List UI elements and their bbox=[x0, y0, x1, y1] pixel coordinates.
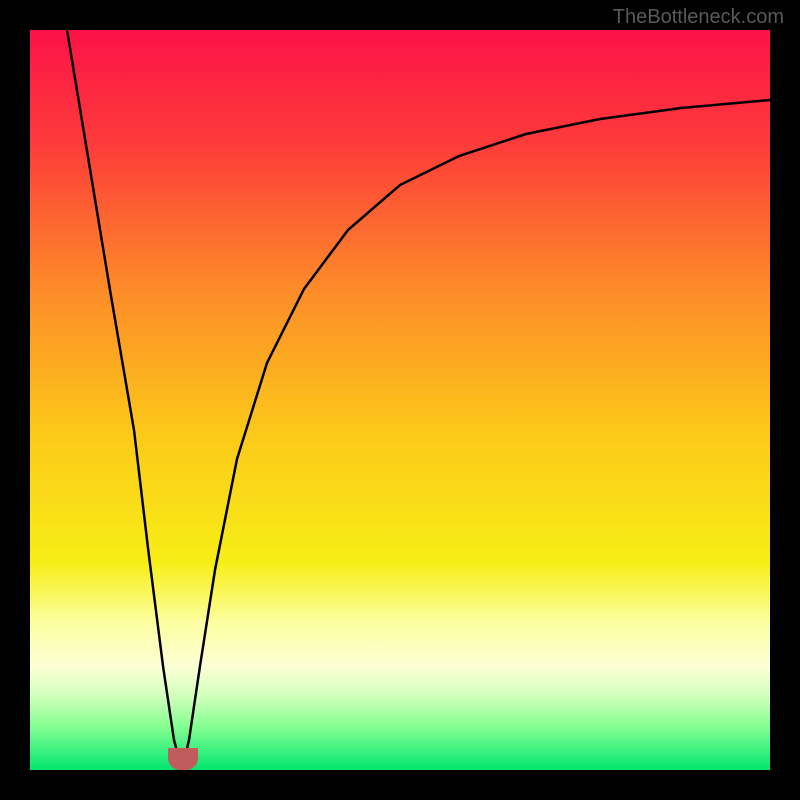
watermark-text: TheBottleneck.com bbox=[613, 6, 784, 29]
chart-container bbox=[30, 30, 770, 770]
bottleneck-marker bbox=[168, 748, 198, 770]
bottleneck-curve bbox=[30, 30, 770, 770]
